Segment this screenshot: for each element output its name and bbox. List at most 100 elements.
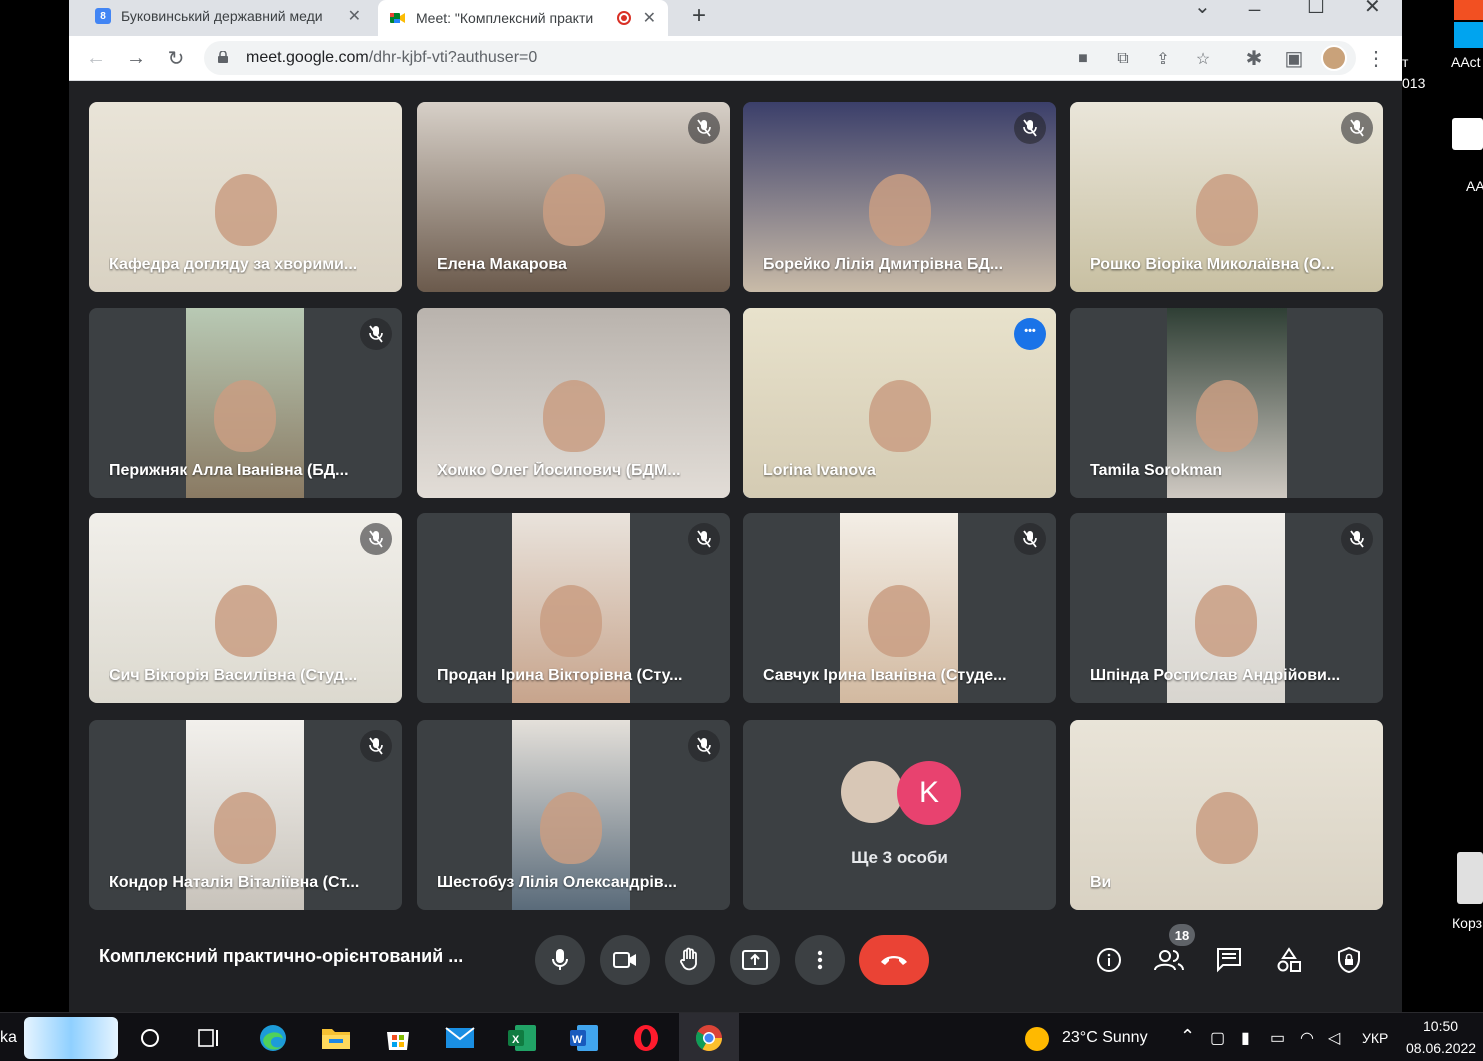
edge-icon[interactable] [253,1020,293,1056]
more-vertical-icon [817,950,823,970]
microphone-tray-icon[interactable]: ▮ [1241,1028,1250,1048]
host-controls-button[interactable] [1329,940,1369,980]
volume-icon[interactable]: ◁ [1328,1028,1340,1048]
more-options-button[interactable] [795,935,845,985]
widget-dolphins-icon[interactable] [24,1017,118,1059]
tile-options-icon[interactable]: ••• [1014,318,1046,350]
more-participants-tile[interactable]: K Ще 3 особи [743,720,1056,910]
word-icon[interactable]: W [564,1020,604,1056]
share-icon[interactable]: ⇪ [1152,48,1174,70]
tray-app-icon[interactable]: ▢ [1210,1028,1225,1048]
raise-hand-button[interactable] [665,935,715,985]
reload-icon[interactable]: ↻ [164,46,188,70]
close-window-icon[interactable]: ✕ [1364,0,1381,19]
participant-name: Рошко Віоріка Миколаївна (О... [1090,256,1335,273]
calendar-icon: 8 [95,8,111,24]
camera-button[interactable] [600,935,650,985]
participant-tile[interactable]: Елена Макарова [417,102,730,292]
camera-icon[interactable]: ■ [1072,48,1094,70]
wifi-icon[interactable]: ◠ [1300,1028,1314,1048]
profile-avatar[interactable] [1321,45,1347,71]
new-tab-icon[interactable]: + [692,2,706,30]
info-icon [1097,948,1121,972]
mic-muted-icon [688,523,720,555]
people-button[interactable] [1149,940,1189,980]
participant-name: Савчук Ірина Іванівна (Студе... [763,667,1007,684]
participant-tile[interactable]: Сич Вікторія Василівна (Студ... [89,513,402,703]
file-explorer-icon[interactable] [316,1020,356,1056]
side-panel-icon[interactable]: ▣ [1282,46,1306,70]
chevron-down-icon[interactable]: ⌄ [1194,0,1211,19]
sun-icon[interactable] [1025,1027,1049,1051]
activities-button[interactable] [1269,940,1309,980]
desktop-icon-label[interactable]: AA [1466,178,1483,194]
chat-button[interactable] [1209,940,1249,980]
address-bar[interactable]: meet.google.com/dhr-kjbf-vti?authuser=0 … [204,41,1356,75]
person-silhouette [1195,792,1258,865]
participant-tile[interactable]: ••• Lorina Ivanova [743,308,1056,498]
maximize-icon[interactable]: ☐ [1307,0,1325,19]
participant-tile[interactable]: Шестобуз Лілія Олександрів... [417,720,730,910]
close-icon[interactable]: ✕ [643,8,656,28]
mic-muted-icon [1341,523,1373,555]
present-button[interactable] [730,935,780,985]
mic-muted-icon [688,112,720,144]
recording-icon [616,11,631,25]
office-logo-red [1454,0,1483,20]
search-icon[interactable] [130,1020,170,1056]
chat-icon [1217,948,1241,973]
participant-video [1070,720,1383,910]
participant-tile[interactable]: Шпінда Ростислав Андрійови... [1070,513,1383,703]
participant-tile[interactable]: Рошко Віоріка Миколаївна (О... [1070,102,1383,292]
participant-name: Ви [1090,874,1112,891]
participant-name: Борейко Лілія Дмитрівна БД... [763,256,1004,273]
close-icon[interactable]: ✕ [348,6,361,26]
gear-icon[interactable] [1452,118,1483,150]
minimize-icon[interactable]: _ [1249,0,1260,13]
store-icon[interactable] [378,1020,418,1056]
back-icon[interactable]: ← [84,46,108,70]
tab-strip: 8 Буковинський державний меди ✕ Meet: "К… [69,0,1402,36]
tab-meet[interactable]: Meet: "Комплексний практи ✕ [378,0,668,36]
avatar-letter: K [897,761,961,825]
language-indicator[interactable]: УКР [1362,1030,1388,1046]
task-view-icon[interactable] [190,1020,230,1056]
extensions-icon[interactable]: ✱ [1242,46,1266,70]
chrome-icon[interactable] [689,1020,729,1056]
excel-icon[interactable]: X [502,1020,542,1056]
menu-icon[interactable]: ⋮ [1364,46,1388,70]
leave-call-button[interactable] [859,935,929,985]
translate-icon[interactable]: ⧉ [1112,48,1134,70]
battery-icon[interactable]: ▭ [1270,1028,1285,1048]
weather-text[interactable]: 23°C Sunny [1062,1029,1148,1047]
person-silhouette [214,174,277,247]
participant-tile[interactable]: Борейко Лілія Дмитрівна БД... [743,102,1056,292]
desktop-icon-label[interactable]: Корз [1452,915,1482,931]
mail-icon[interactable] [440,1020,480,1056]
participant-tile[interactable]: Продан Ірина Вікторівна (Сту... [417,513,730,703]
clock-date[interactable]: 08.06.2022 [1406,1040,1476,1056]
opera-icon[interactable] [626,1020,666,1056]
participant-tile[interactable]: Кафедра догляду за хворими... [89,102,402,292]
participant-tile[interactable]: Савчук Ірина Іванівна (Студе... [743,513,1056,703]
forward-icon[interactable]: → [124,46,148,70]
participant-tile[interactable]: Tamila Sorokman [1070,308,1383,498]
person-silhouette [868,174,931,247]
svg-text:X: X [512,1034,520,1046]
participant-tile[interactable]: Перижняк Алла Іванівна (БД... [89,308,402,498]
microphone-button[interactable] [535,935,585,985]
participant-tile[interactable]: Хомко Олег Йосипович (БДМ... [417,308,730,498]
tab-university[interactable]: 8 Буковинський державний меди ✕ [83,0,373,32]
participant-name: Tamila Sorokman [1090,462,1223,479]
participant-tile[interactable]: Кондор Наталія Віталіївна (Ст... [89,720,402,910]
bookmark-star-icon[interactable]: ☆ [1192,48,1214,70]
person-silhouette [214,585,277,658]
recycle-bin-icon[interactable] [1457,852,1483,904]
chevron-up-icon[interactable]: ⌃ [1180,1026,1195,1047]
clock-time[interactable]: 10:50 [1423,1018,1458,1034]
person-silhouette [540,792,602,865]
meeting-details-button[interactable] [1089,940,1129,980]
desktop-icon-label[interactable]: AAct [1451,54,1481,70]
participant-tile[interactable]: Ви [1070,720,1383,910]
mic-muted-icon [688,730,720,762]
